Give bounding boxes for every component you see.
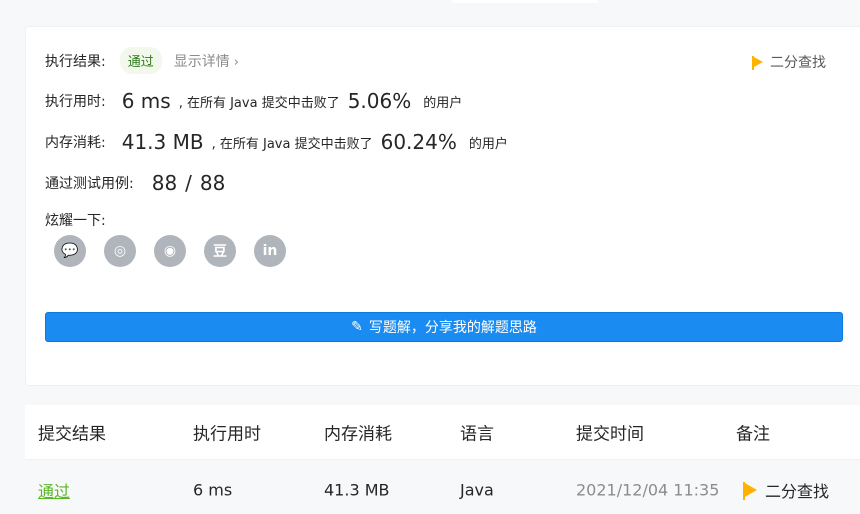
header-time: 提交时间: [576, 424, 644, 445]
qq-icon[interactable]: ◉: [154, 235, 186, 267]
pencil-icon: ✎: [351, 319, 363, 335]
runtime-row: 执行用时: 6 ms , 在所有 Java 提交中击败了 5.06% 的用户: [45, 89, 462, 113]
share-label: 炫耀一下:: [45, 213, 106, 229]
show-detail-link[interactable]: 显示详情 ›: [174, 51, 239, 71]
linkedin-icon[interactable]: in: [254, 235, 286, 267]
runtime-label: 执行用时:: [45, 94, 106, 110]
submission-table: 提交结果 执行用时 内存消耗 语言 提交时间 备注 通过 6 ms 41.3 M…: [25, 405, 860, 514]
header-runtime: 执行用时: [193, 424, 261, 445]
weibo-icon[interactable]: ◎: [104, 235, 136, 267]
tests-label: 通过测试用例:: [45, 176, 134, 192]
row-runtime: 6 ms: [193, 480, 233, 500]
header-language: 语言: [460, 424, 494, 445]
runtime-value: 6 ms: [121, 89, 171, 113]
write-solution-button[interactable]: ✎ 写题解，分享我的解题思路: [45, 312, 843, 342]
runtime-suffix: 的用户: [423, 95, 463, 111]
chevron-right-icon: ›: [233, 54, 239, 70]
header-result: 提交结果: [38, 424, 106, 445]
wechat-icon[interactable]: 💬: [54, 235, 86, 267]
result-label: 执行结果:: [45, 53, 106, 70]
memory-suffix: 的用户: [468, 136, 508, 152]
memory-value: 41.3 MB: [121, 130, 204, 154]
show-detail-label: 显示详情: [173, 53, 230, 70]
result-card: 执行结果: 通过 显示详情 › 二分查找 执行用时: 6 ms , 在所有 Jav…: [25, 26, 860, 386]
douban-icon[interactable]: 豆: [204, 235, 236, 267]
header-notes: 备注: [736, 424, 770, 445]
tab-hint: [452, 0, 598, 3]
runtime-percent: 5.06%: [347, 89, 412, 113]
tests-passed: 88: [151, 171, 178, 195]
row-language: Java: [460, 480, 494, 500]
top-strip: [0, 0, 860, 24]
memory-label: 内存消耗:: [45, 135, 106, 151]
row-memory: 41.3 MB: [324, 480, 390, 500]
write-solution-label: 写题解，分享我的解题思路: [368, 320, 537, 336]
row-time: 2021/12/04 11:35: [576, 480, 720, 500]
row-note-label: 二分查找: [765, 482, 830, 501]
header-memory: 内存消耗: [324, 424, 392, 445]
memory-text: , 在所有 Java 提交中击败了: [211, 136, 373, 152]
table-row[interactable]: 通过 6 ms 41.3 MB Java 2021/12/04 11:35 二分…: [25, 460, 860, 514]
result-row: 执行结果: 通过 显示详情 ›: [45, 47, 239, 74]
status-badge: 通过: [119, 47, 162, 74]
problem-tag[interactable]: 二分查找: [752, 52, 826, 72]
row-note[interactable]: 二分查找: [743, 478, 829, 502]
runtime-text: , 在所有 Java 提交中击败了: [178, 95, 340, 111]
tests-row: 通过测试用例: 88 / 88: [45, 171, 225, 195]
share-buttons: 💬 ◎ ◉ 豆 in: [54, 235, 286, 267]
memory-row: 内存消耗: 41.3 MB , 在所有 Java 提交中击败了 60.24% 的…: [45, 130, 508, 154]
share-row: 炫耀一下:: [45, 210, 106, 230]
flag-icon: [743, 482, 757, 500]
tests-total: 88: [199, 171, 226, 195]
problem-tag-label: 二分查找: [770, 55, 826, 71]
tests-separator: /: [185, 171, 192, 195]
table-header: 提交结果 执行用时 内存消耗 语言 提交时间 备注: [25, 405, 860, 460]
row-result-link[interactable]: 通过: [38, 478, 70, 502]
memory-percent: 60.24%: [380, 130, 457, 154]
flag-icon: [752, 56, 763, 70]
